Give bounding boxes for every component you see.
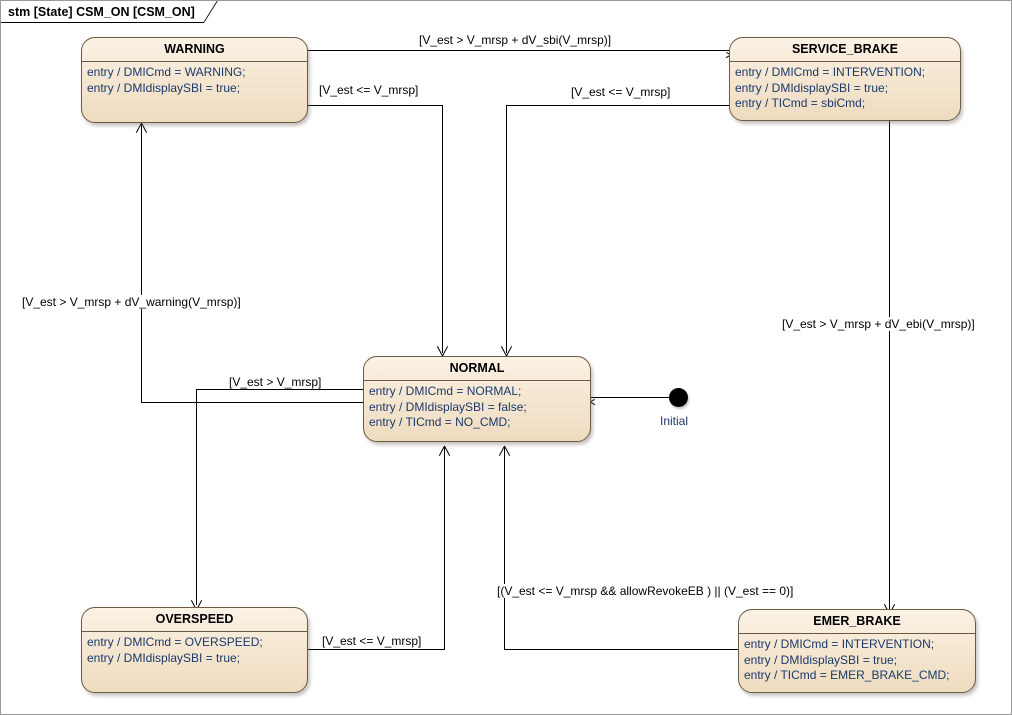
guard-service-brake-to-emer-brake: [V_est > V_mrsp + dV_ebi(V_mrsp)] <box>780 317 977 331</box>
state-overspeed-name: OVERSPEED <box>82 608 307 632</box>
edge-service-brake-to-normal-h <box>506 105 729 106</box>
state-normal-entry-0: entry / DMICmd = NORMAL; <box>369 384 522 398</box>
edge-warning-to-normal-h <box>308 105 443 106</box>
state-emer-brake-name: EMER_BRAKE <box>739 610 975 634</box>
state-warning-entry-0: entry / DMICmd = WARNING; <box>87 65 246 79</box>
state-service-brake-entry-1: entry / DMIdisplaySBI = true; <box>735 80 889 95</box>
state-normal-entry-2: entry / TICmd = NO_CMD; <box>369 415 511 429</box>
initial-pseudostate-icon[interactable] <box>669 388 688 407</box>
diagram-frame-title: stm [State] CSM_ON [CSM_ON] <box>1 1 226 23</box>
guard-normal-to-warning: [V_est > V_mrsp + dV_warning(V_mrsp)] <box>20 295 243 309</box>
state-warning[interactable]: WARNING entry / DMICmd = WARNING; entry … <box>81 37 308 123</box>
state-service-brake-entry-0: entry / DMICmd = INTERVENTION; <box>735 65 926 79</box>
state-service-brake-entry-2: entry / TICmd = sbiCmd; <box>735 96 866 110</box>
state-machine-diagram: stm [State] CSM_ON [CSM_ON] WARNING entr… <box>0 0 1012 715</box>
state-overspeed-body: entry / DMICmd = OVERSPEED; entry / DMId… <box>82 632 307 668</box>
edge-normal-to-warning-v <box>141 124 142 403</box>
state-overspeed[interactable]: OVERSPEED entry / DMICmd = OVERSPEED; en… <box>81 607 308 693</box>
state-emer-brake[interactable]: EMER_BRAKE entry / DMICmd = INTERVENTION… <box>738 609 976 693</box>
edge-warning-to-service-brake <box>308 50 729 51</box>
edge-service-brake-to-emer-brake <box>889 121 890 611</box>
guard-warning-to-normal: [V_est <= V_mrsp] <box>317 83 421 97</box>
edge-emer-brake-to-normal-h <box>504 649 738 650</box>
edge-overspeed-to-normal-h <box>308 649 445 650</box>
guard-emer-brake-to-normal: [(V_est <= V_mrsp && allowRevokeEB ) || … <box>495 584 796 598</box>
state-emer-brake-body: entry / DMICmd = INTERVENTION; entry / D… <box>739 634 975 686</box>
state-service-brake-body: entry / DMICmd = INTERVENTION; entry / D… <box>730 62 960 114</box>
edge-normal-to-warning-h <box>141 402 363 403</box>
edge-emer-brake-to-normal-v <box>504 447 505 650</box>
state-overspeed-entry-0: entry / DMICmd = OVERSPEED; <box>87 635 263 649</box>
state-warning-name: WARNING <box>82 38 307 62</box>
state-normal-body: entry / DMICmd = NORMAL; entry / DMIdisp… <box>364 381 590 433</box>
state-warning-body: entry / DMICmd = WARNING; entry / DMIdis… <box>82 62 307 98</box>
guard-overspeed-to-normal-top: [V_est > V_mrsp] <box>227 375 324 389</box>
state-emer-brake-entry-1: entry / DMIdisplaySBI = true; <box>744 652 898 667</box>
edge-overspeed-to-normal-v <box>444 447 445 650</box>
state-normal-entry-1: entry / DMIdisplaySBI = false; <box>369 399 527 414</box>
state-emer-brake-entry-2: entry / TICmd = EMER_BRAKE_CMD; <box>744 668 950 682</box>
edge-initial-to-normal <box>591 397 669 398</box>
edge-service-brake-to-normal-v <box>506 105 507 353</box>
state-normal-name: NORMAL <box>364 357 590 381</box>
guard-warning-to-service-brake: [V_est > V_mrsp + dV_sbi(V_mrsp)] <box>417 33 614 47</box>
state-emer-brake-entry-0: entry / DMICmd = INTERVENTION; <box>744 637 935 651</box>
edge-normal-to-overspeed-v <box>196 389 197 605</box>
edge-normal-to-overspeed-h <box>196 389 364 390</box>
state-warning-entry-1: entry / DMIdisplaySBI = true; <box>87 80 241 95</box>
state-service-brake-name: SERVICE_BRAKE <box>730 38 960 62</box>
guard-overspeed-to-normal-bottom: [V_est <= V_mrsp] <box>320 634 424 648</box>
initial-pseudostate-label: Initial <box>660 414 689 428</box>
frame-title-label: stm [State] CSM_ON [CSM_ON] <box>8 5 195 19</box>
state-service-brake[interactable]: SERVICE_BRAKE entry / DMICmd = INTERVENT… <box>729 37 961 121</box>
guard-service-brake-to-normal: [V_est <= V_mrsp] <box>569 85 673 99</box>
state-overspeed-entry-1: entry / DMIdisplaySBI = true; <box>87 650 241 665</box>
edge-warning-to-normal-v <box>442 105 443 353</box>
state-normal[interactable]: NORMAL entry / DMICmd = NORMAL; entry / … <box>363 356 591 442</box>
